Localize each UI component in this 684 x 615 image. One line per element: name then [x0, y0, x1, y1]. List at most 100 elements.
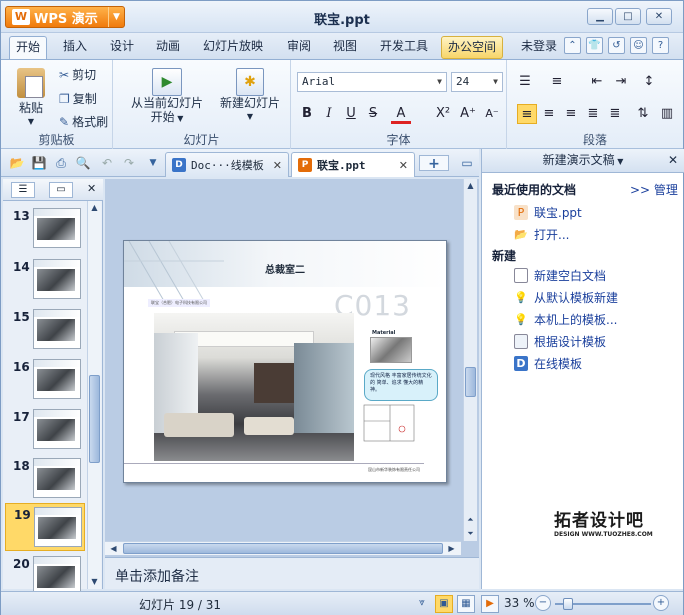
scroll-thumb[interactable]: [89, 375, 100, 463]
recent-doc-lianbao[interactable]: P 联宝.ppt: [514, 204, 582, 221]
switch-window-icon[interactable]: ▭: [459, 155, 475, 171]
maximize-button[interactable]: □: [615, 8, 641, 25]
scroll-down-icon[interactable]: ▼: [88, 575, 101, 589]
notes-pane[interactable]: 单击添加备注: [105, 557, 479, 589]
scroll-right-icon[interactable]: ▶: [445, 542, 458, 556]
wps-cloud-icon[interactable]: ↺: [608, 37, 625, 54]
new-blank-doc-link[interactable]: 新建空白文档: [514, 267, 606, 284]
undo-icon[interactable]: ↶: [99, 155, 115, 171]
line-spacing-icon[interactable]: ↕: [639, 72, 659, 92]
grow-font-button[interactable]: A⁺: [457, 104, 479, 124]
italic-button[interactable]: I: [319, 104, 339, 124]
font-name-select[interactable]: Arial ▼: [297, 72, 447, 92]
font-color-button[interactable]: A: [391, 104, 411, 124]
bullets-icon[interactable]: ☰: [515, 72, 535, 92]
shrink-font-button[interactable]: A⁻: [481, 104, 503, 124]
task-pane-title[interactable]: 新建演示文稿: [543, 153, 615, 167]
tab-insert[interactable]: 插入: [57, 36, 93, 59]
justify-icon[interactable]: ≣: [583, 104, 603, 124]
copy-button[interactable]: ❐ 复制: [59, 90, 97, 107]
online-template-link[interactable]: D 在线模板: [514, 355, 582, 372]
print-icon[interactable]: ⎙: [53, 155, 69, 171]
slide-thumb-19[interactable]: 19: [5, 503, 85, 551]
editor-horizontal-scrollbar[interactable]: ◀ ▶: [105, 541, 461, 555]
next-slide-icon[interactable]: ⏷: [464, 527, 477, 541]
slide-thumb-17[interactable]: 17: [5, 406, 85, 454]
normal-view-icon[interactable]: ▣: [435, 595, 453, 613]
bold-button[interactable]: B: [297, 104, 317, 124]
font-size-select[interactable]: 24 ▼: [451, 72, 503, 92]
zoom-in-icon[interactable]: +: [653, 595, 669, 611]
scroll-thumb[interactable]: [123, 543, 443, 554]
numbering-icon[interactable]: ≡: [547, 72, 567, 92]
scroll-thumb[interactable]: [465, 367, 476, 397]
doc-tab-lianbao[interactable]: P 联宝.ppt ✕: [291, 152, 415, 177]
save-icon[interactable]: 💾: [31, 155, 47, 171]
tab-developer[interactable]: 开发工具: [374, 36, 434, 59]
close-tab-icon[interactable]: ✕: [399, 159, 408, 172]
text-direction-icon[interactable]: ⇅: [633, 104, 653, 124]
scroll-up-icon[interactable]: ▲: [88, 201, 101, 215]
align-right-icon[interactable]: ≡: [561, 104, 581, 124]
design-template-link[interactable]: 根据设计模板: [514, 333, 606, 350]
close-button[interactable]: ✕: [646, 8, 672, 25]
tab-home[interactable]: 开始: [9, 36, 48, 59]
help-icon[interactable]: ?: [652, 37, 669, 54]
collapse-status-icon[interactable]: ⩔: [413, 595, 431, 613]
open-folder-icon[interactable]: 📂: [9, 155, 25, 171]
zoom-out-icon[interactable]: −: [535, 595, 551, 611]
slide-sorter-icon[interactable]: ▦: [457, 595, 475, 613]
close-tab-icon[interactable]: ✕: [273, 159, 282, 172]
tab-view[interactable]: 视图: [327, 36, 363, 59]
minimize-button[interactable]: ▁: [587, 8, 613, 25]
slide-editing-area[interactable]: 总裁室二 联宝（合肥）电子科技有限公司 C013 Material 现代风格 丰…: [105, 179, 479, 563]
new-tab-button[interactable]: +: [419, 155, 449, 172]
cut-button[interactable]: ✂ 剪切: [59, 66, 96, 83]
slideshow-icon[interactable]: ▶: [481, 595, 499, 613]
strikethrough-button[interactable]: S: [363, 104, 383, 124]
open-file-link[interactable]: 📂 打开...: [514, 226, 569, 243]
print-preview-icon[interactable]: 🔍: [75, 155, 91, 171]
tab-slideshow[interactable]: 幻灯片放映: [197, 36, 269, 59]
thumbnail-scrollbar[interactable]: ▲ ▼: [87, 201, 101, 589]
slide-thumb-18[interactable]: 18: [5, 455, 85, 503]
superscript-button[interactable]: X²: [431, 104, 455, 124]
outline-tab-icon[interactable]: ☰: [11, 182, 35, 198]
redo-icon[interactable]: ↷: [121, 155, 137, 171]
zoom-slider-thumb[interactable]: [563, 598, 573, 610]
tab-office-space[interactable]: 办公空间: [441, 36, 504, 59]
manage-link[interactable]: >> 管理: [630, 181, 678, 198]
close-pane-icon[interactable]: ✕: [668, 149, 678, 171]
skin-icon[interactable]: 👕: [586, 37, 603, 54]
current-slide[interactable]: 总裁室二 联宝（合肥）电子科技有限公司 C013 Material 现代风格 丰…: [123, 240, 447, 483]
collapse-ribbon-icon[interactable]: ⌃: [564, 37, 581, 54]
format-painter-button[interactable]: ✎ 格式刷: [59, 113, 108, 130]
scroll-up-icon[interactable]: ▲: [464, 179, 477, 193]
paste-button[interactable]: 粘贴 ▼: [11, 68, 51, 129]
close-panel-icon[interactable]: ✕: [87, 182, 96, 195]
tab-review[interactable]: 审阅: [281, 36, 317, 59]
slide-thumb-15[interactable]: 15: [5, 306, 85, 354]
login-status[interactable]: 未登录: [515, 36, 563, 59]
chevron-down-icon[interactable]: ▼: [615, 157, 623, 166]
distribute-icon[interactable]: ≣: [605, 104, 625, 124]
underline-button[interactable]: U: [341, 104, 361, 124]
slides-tab-icon[interactable]: ▭: [49, 182, 73, 198]
office-interior-photo[interactable]: [154, 313, 354, 461]
previous-slide-icon[interactable]: ⏶: [464, 513, 477, 527]
columns-icon[interactable]: ▥: [657, 104, 677, 124]
tab-animation[interactable]: 动画: [150, 36, 186, 59]
user-icon[interactable]: ☺: [630, 37, 647, 54]
new-slide-button[interactable]: ✱ 新建幻灯片 ▼: [217, 68, 283, 124]
decrease-indent-icon[interactable]: ⇤: [587, 72, 607, 92]
slide-thumb-16[interactable]: 16: [5, 356, 85, 404]
align-center-icon[interactable]: ≡: [539, 104, 559, 124]
slide-thumb-13[interactable]: 13: [5, 205, 85, 253]
slide-title[interactable]: 总裁室二: [124, 261, 446, 276]
doc-tab-online-template[interactable]: D Doc···线模板 ✕: [165, 152, 289, 177]
start-from-current-button[interactable]: ▶ 从当前幻灯片 开始 ▼: [127, 68, 207, 126]
increase-indent-icon[interactable]: ⇥: [611, 72, 631, 92]
scroll-left-icon[interactable]: ◀: [107, 542, 120, 556]
tab-design[interactable]: 设计: [104, 36, 140, 59]
new-from-default-template-link[interactable]: 💡 从默认模板新建: [514, 289, 618, 306]
